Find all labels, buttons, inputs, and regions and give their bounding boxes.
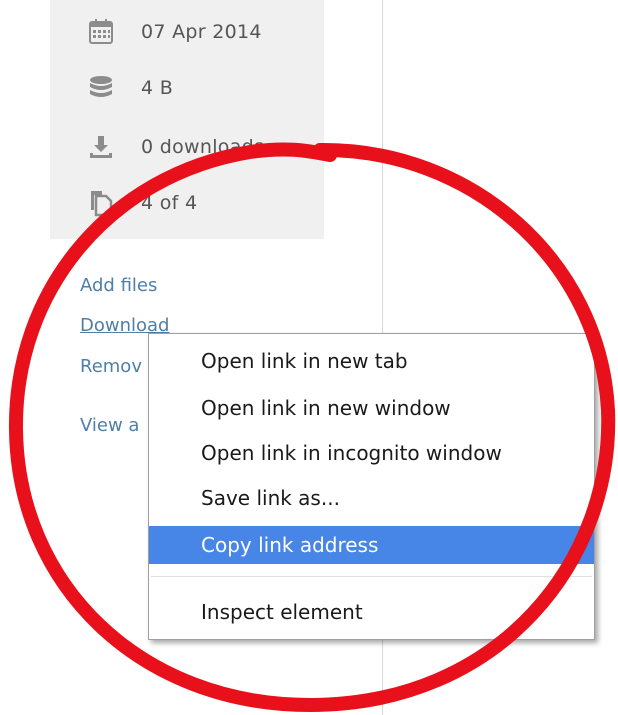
remove-link[interactable]: Remov <box>80 356 142 377</box>
menu-item-open-new-tab[interactable]: Open link in new tab <box>149 342 594 380</box>
calendar-icon <box>85 16 117 48</box>
context-menu: Open link in new tab Open link in new wi… <box>148 333 595 640</box>
info-row-date: 07 Apr 2014 <box>85 12 262 52</box>
download-icon <box>85 131 117 163</box>
file-date: 07 Apr 2014 <box>141 21 262 43</box>
page-count: 4 of 4 <box>141 192 198 214</box>
file-size: 4 B <box>141 77 174 99</box>
menu-item-open-incognito[interactable]: Open link in incognito window <box>149 434 594 472</box>
menu-item-inspect-element[interactable]: Inspect element <box>149 593 594 631</box>
add-files-link[interactable]: Add files <box>80 275 157 296</box>
menu-item-copy-link-address[interactable]: Copy link address <box>149 526 594 564</box>
database-icon <box>85 72 117 104</box>
info-row-size: 4 B <box>85 68 173 108</box>
copy-pages-icon <box>85 187 117 219</box>
download-count: 0 downloads <box>141 136 265 158</box>
menu-separator <box>151 576 592 577</box>
menu-item-save-link-as[interactable]: Save link as... <box>149 479 594 517</box>
menu-item-open-new-window[interactable]: Open link in new window <box>149 389 594 427</box>
view-all-link[interactable]: View a <box>80 415 139 436</box>
info-row-downloads: 0 downloads <box>85 127 264 167</box>
info-row-pages: 4 of 4 <box>85 183 197 223</box>
